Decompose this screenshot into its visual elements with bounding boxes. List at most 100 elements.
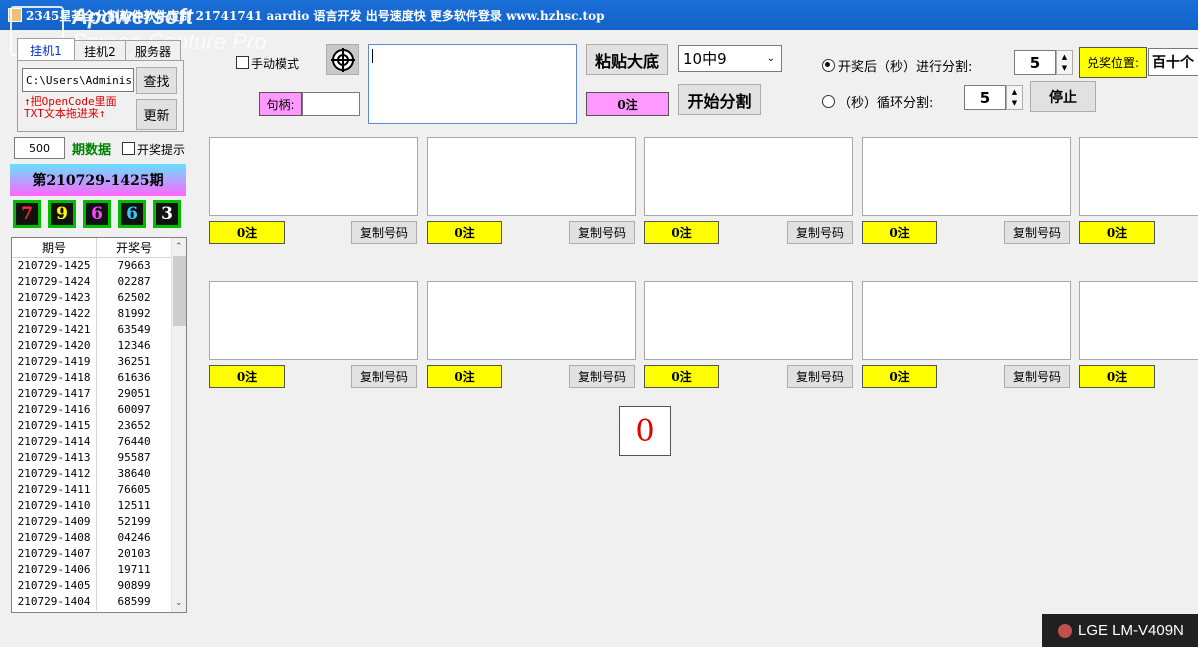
split-result-box[interactable] [644,281,853,360]
scroll-thumb[interactable] [173,256,186,326]
split-result-box[interactable] [1079,281,1198,360]
number-cell: 19711 [96,562,172,578]
column-header-number[interactable]: 开奖号 [96,238,172,258]
copy-numbers-button[interactable]: 复制号码 [351,221,417,244]
number-cell: 52199 [96,514,172,530]
file-path-input[interactable]: C:\Users\Administ [22,68,134,92]
radio-loop-dot[interactable] [822,95,835,108]
spin-up-icon[interactable]: ▲ [1007,86,1022,98]
radio-loop[interactable]: （秒）循环分割: [822,92,933,111]
scroll-down-icon[interactable]: ⌄ [175,598,183,608]
split-result-box[interactable] [1079,137,1198,216]
table-row[interactable]: 210729-1411 76605 [12,482,172,498]
table-row[interactable]: 210729-1414 76440 [12,434,172,450]
table-row[interactable]: 210729-1405 90899 [12,578,172,594]
spin-down-icon[interactable]: ▼ [1057,63,1072,75]
period-cell: 210729-1412 [12,466,98,482]
copy-numbers-button[interactable]: 复制号码 [787,221,853,244]
digit-2: 9 [48,200,76,228]
prize-position-input[interactable]: 百十个 [1148,48,1198,76]
history-list[interactable]: 期号 开奖号 210729-1425 79663 210729-1424 02287 2… [11,237,187,613]
manual-mode-checkbox-box[interactable] [236,56,249,69]
tab-guaji1[interactable]: 挂机1 [17,38,75,61]
table-row[interactable]: 210729-1409 52199 [12,514,172,530]
table-row[interactable]: 210729-1413 95587 [12,450,172,466]
column-header-period[interactable]: 期号 [12,238,98,258]
radio-after-draw-dot[interactable] [822,59,835,72]
split-result-box[interactable] [427,281,636,360]
after-draw-seconds-input[interactable]: 5 [1014,50,1056,75]
table-row[interactable]: 210729-1424 02287 [12,274,172,290]
tab-strip: 挂机1 挂机2 服务器 [17,38,181,61]
draw-hint-checkbox[interactable]: 开奖提示 [122,141,185,158]
table-row[interactable]: 210729-1404 68599 [12,594,172,610]
radio-after-draw[interactable]: 开奖后（秒）进行分割: [822,56,972,75]
spin-down-icon[interactable]: ▼ [1007,98,1022,110]
base-numbers-textarea[interactable] [368,44,577,124]
after-draw-spinner[interactable]: ▲ ▼ [1056,50,1073,75]
spin-up-icon[interactable]: ▲ [1057,51,1072,63]
table-row[interactable]: 210729-1415 23652 [12,418,172,434]
split-result-box[interactable] [862,137,1071,216]
radio-after-draw-label: 开奖后（秒）进行分割: [838,60,973,75]
split-count-badge: 0注 [209,365,285,388]
mode-select[interactable]: 10中9 ⌄ [678,45,782,72]
table-row[interactable]: 210729-1421 63549 [12,322,172,338]
copy-numbers-button[interactable]: 复制号码 [569,221,635,244]
countdown-counter: 0 [619,406,671,456]
loop-seconds-input[interactable]: 5 [964,85,1006,110]
split-count-badge: 0注 [862,365,937,388]
period-cell: 210729-1423 [12,290,98,306]
table-row[interactable]: 210729-1425 79663 [12,257,172,274]
copy-numbers-button[interactable]: 复制号码 [1004,221,1070,244]
tab-server[interactable]: 服务器 [125,40,181,61]
split-result-box[interactable] [862,281,1071,360]
paste-base-button[interactable]: 粘贴大底 [586,44,668,75]
table-row[interactable]: 210729-1412 38640 [12,466,172,482]
digit-3-value: 6 [91,204,103,224]
copy-numbers-button[interactable]: 复制号码 [1004,365,1070,388]
digit-1-value: 7 [21,204,33,224]
split-result-box[interactable] [209,137,418,216]
draw-hint-checkbox-box[interactable] [122,142,135,155]
split-count-badge: 0注 [1079,365,1155,388]
table-row[interactable]: 210729-1408 04246 [12,530,172,546]
table-row[interactable]: 210729-1418 61636 [12,370,172,386]
period-count-input[interactable]: 500 [14,137,65,159]
table-row[interactable]: 210729-1419 36251 [12,354,172,370]
history-scrollbar[interactable]: ⌃ ⌄ [171,238,186,612]
manual-mode-checkbox[interactable]: 手动模式 [236,55,299,72]
window-picker-button[interactable] [326,44,359,75]
copy-numbers-button[interactable]: 复制号码 [569,365,635,388]
table-row[interactable]: 210729-1406 19711 [12,562,172,578]
period-cell: 210729-1416 [12,402,98,418]
loop-spinner[interactable]: ▲ ▼ [1006,85,1023,110]
scroll-up-icon[interactable]: ⌃ [175,242,183,252]
table-row[interactable]: 210729-1410 12511 [12,498,172,514]
split-count-badge: 0注 [644,221,719,244]
find-button[interactable]: 查找 [136,67,177,94]
table-row[interactable]: 210729-1423 62502 [12,290,172,306]
handle-input[interactable] [302,92,360,116]
table-row[interactable]: 210729-1407 20103 [12,546,172,562]
tab-guaji2[interactable]: 挂机2 [74,40,126,61]
number-cell: 36251 [96,354,172,370]
update-button[interactable]: 更新 [136,99,177,130]
user-icon [1058,623,1072,638]
split-result-box[interactable] [644,137,853,216]
split-result-box[interactable] [209,281,418,360]
table-row[interactable]: 210729-1417 29051 [12,386,172,402]
table-row[interactable]: 210729-1422 81992 [12,306,172,322]
app-icon [8,8,22,22]
copy-numbers-button[interactable]: 复制号码 [351,365,417,388]
number-cell: 76605 [96,482,172,498]
table-row[interactable]: 210729-1416 60097 [12,402,172,418]
table-row[interactable]: 210729-1420 12346 [12,338,172,354]
chevron-down-icon: ⌄ [766,53,775,64]
start-split-button[interactable]: 开始分割 [678,84,761,115]
period-cell: 210729-1420 [12,338,98,354]
copy-numbers-button[interactable]: 复制号码 [787,365,853,388]
period-cell: 210729-1407 [12,546,98,562]
split-result-box[interactable] [427,137,636,216]
stop-button[interactable]: 停止 [1030,81,1096,112]
